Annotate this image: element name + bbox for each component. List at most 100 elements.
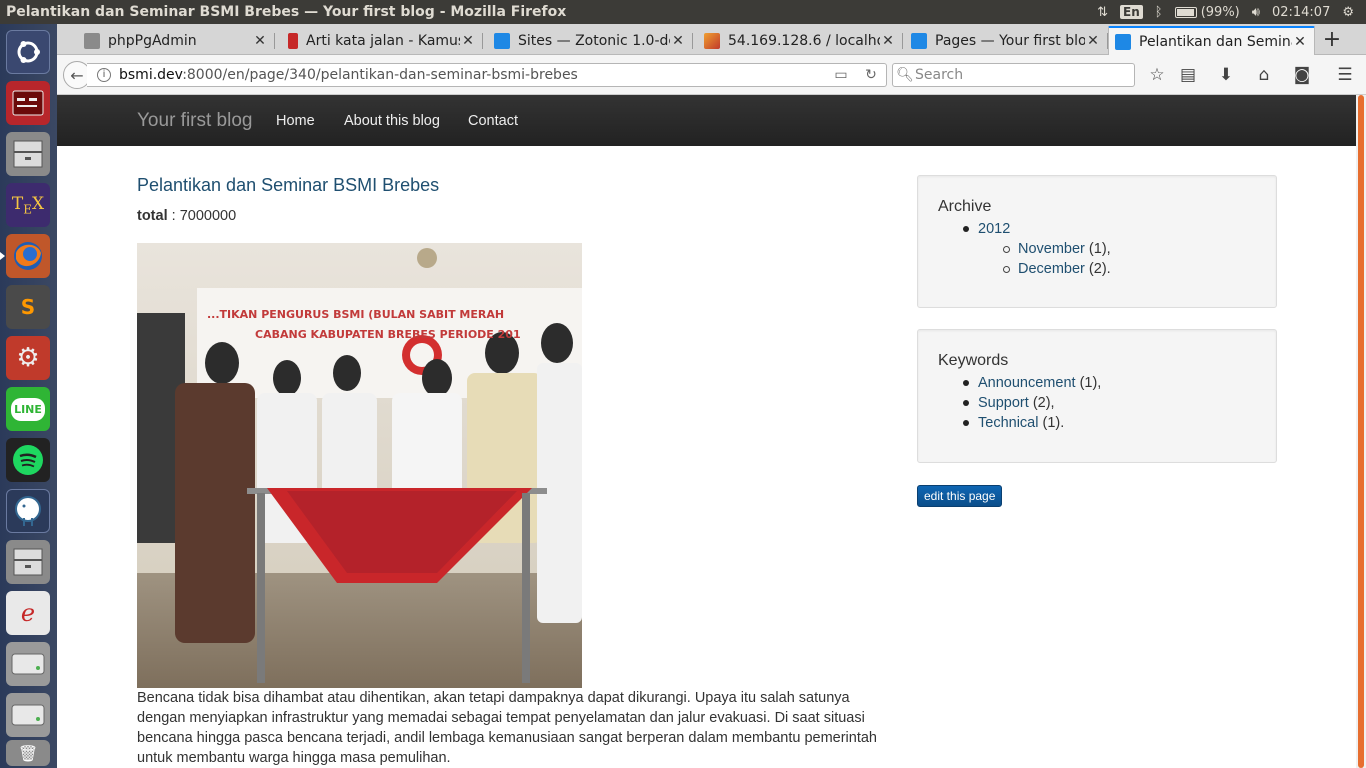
spotify-icon[interactable] — [6, 438, 50, 482]
close-icon[interactable]: ✕ — [1292, 34, 1308, 50]
close-icon[interactable]: ✕ — [880, 33, 896, 49]
close-icon[interactable]: ✕ — [1085, 33, 1101, 49]
url-text[interactable]: bsmi.dev:8000/en/page/340/pelantikan-dan… — [119, 67, 826, 83]
new-tab-button[interactable]: + — [1319, 28, 1345, 52]
firefox-icon[interactable] — [0, 234, 50, 278]
tab-phppgadmin[interactable]: phpPgAdmin ✕ — [78, 27, 275, 55]
system-top-bar: Pelantikan dan Seminar BSMI Brebes — You… — [0, 0, 1366, 24]
reload-icon[interactable]: ↻ — [856, 67, 886, 83]
search-box[interactable]: 🔍︎ Search — [892, 63, 1135, 87]
pocket-icon[interactable]: ◙ — [1289, 63, 1315, 87]
banner-text-line-1: ...TIKAN PENGURUS BSMI (BULAN SABIT MERA… — [207, 308, 504, 321]
tab-phpmyadmin[interactable]: 54.169.128.6 / localhos ✕ — [698, 27, 903, 55]
nav-contact[interactable]: Contact — [468, 113, 518, 129]
archive-year-link[interactable]: 2012 — [978, 221, 1010, 237]
battery-percent: (99%) — [1200, 4, 1240, 20]
site-info-icon[interactable]: i — [97, 68, 111, 82]
keyword-item: Support (2), — [938, 393, 1256, 413]
keyword-link[interactable]: Support — [978, 395, 1029, 411]
total-value: : 7000000 — [171, 208, 237, 224]
window-title: Pelantikan dan Seminar BSMI Brebes — You… — [6, 4, 567, 20]
reader-view-icon[interactable]: ▭ — [826, 67, 856, 83]
page-scrollbar[interactable] — [1356, 95, 1366, 768]
search-icon: 🔍︎ — [896, 67, 914, 83]
volume-icon[interactable]: 🔊︎ — [1252, 5, 1260, 20]
url-path: :8000/en/page/340/pelantikan-dan-seminar… — [182, 67, 578, 83]
document-viewer-icon[interactable]: e — [6, 591, 50, 635]
keyword-link[interactable]: Technical — [978, 415, 1038, 431]
tab-label: 54.169.128.6 / localhos — [728, 33, 880, 49]
archive-box: Archive 2012 November (1), December (2). — [917, 175, 1277, 308]
phpmyadmin-icon — [704, 33, 720, 49]
book-icon — [288, 33, 298, 49]
nav-about[interactable]: About this blog — [344, 113, 440, 129]
tab-label: Arti kata jalan - Kamus — [306, 33, 460, 49]
menu-hamburger-icon[interactable]: ☰ — [1332, 63, 1358, 87]
keyword-count: (1), — [1079, 375, 1102, 391]
downloads-icon[interactable]: ⬇ — [1213, 63, 1239, 87]
tab-sites-zotonic[interactable]: Sites — Zotonic 1.0-de ✕ — [488, 27, 693, 55]
site-navbar: Your first blog Home About this blog Con… — [57, 95, 1356, 146]
archive-month-count: (1), — [1088, 241, 1111, 257]
nav-home[interactable]: Home — [276, 113, 315, 129]
url-bar[interactable]: i bsmi.dev:8000/en/page/340/pelantikan-d… — [87, 63, 887, 87]
tab-pelantikan-active[interactable]: Pelantikan dan Semina ✕ — [1108, 26, 1315, 56]
clock[interactable]: 02:14:07 — [1272, 5, 1330, 20]
close-icon[interactable]: ✕ — [252, 33, 268, 49]
drive-1-icon[interactable] — [6, 642, 50, 686]
pgadmin-elephant-icon[interactable] — [6, 489, 50, 533]
drive-2-icon[interactable] — [6, 693, 50, 737]
tab-label: Pages — Your first blo — [935, 33, 1085, 49]
keyboard-layout-indicator[interactable]: En — [1120, 5, 1143, 19]
texmaker-icon[interactable]: TEX — [6, 183, 50, 227]
zotonic-icon — [1115, 34, 1131, 50]
files-icon[interactable] — [6, 132, 50, 176]
network-updown-icon[interactable]: ⇅ — [1097, 5, 1108, 20]
bookmark-star-icon[interactable]: ☆ — [1144, 63, 1170, 87]
unity-launcher: TEX S ⚙ LINE e 🗑︎ — [0, 24, 57, 768]
banner-text-line-2: CABANG KABUPATEN BREBES PERIODE 201 — [255, 328, 521, 341]
sublime-text-icon[interactable]: S — [6, 285, 50, 329]
archive-month-link[interactable]: December — [1018, 261, 1085, 277]
tab-label: Sites — Zotonic 1.0-de — [518, 33, 670, 49]
elephant-icon — [84, 33, 100, 49]
settings-gear-icon[interactable]: ⚙ — [1342, 5, 1354, 20]
keyword-item: Technical (1). — [938, 413, 1256, 433]
terminal-app-icon[interactable] — [6, 81, 50, 125]
reading-list-icon[interactable]: ▤ — [1175, 63, 1201, 87]
ubuntu-dash-icon[interactable] — [6, 30, 50, 74]
page-title: Pelantikan dan Seminar BSMI Brebes — [137, 175, 440, 195]
tab-pages[interactable]: Pages — Your first blo ✕ — [905, 27, 1108, 55]
tab-kamus[interactable]: Arti kata jalan - Kamus ✕ — [282, 27, 483, 55]
url-host: bsmi.dev — [119, 67, 183, 83]
archive-month-item: December (2). — [938, 259, 1256, 279]
zotonic-icon — [911, 33, 927, 49]
edit-page-button[interactable]: edit this page — [917, 485, 1003, 507]
total-line: total : 7000000 — [137, 208, 887, 224]
battery-indicator[interactable]: (99%) — [1174, 4, 1240, 20]
trash-icon[interactable]: 🗑︎ — [6, 740, 50, 766]
tab-label: phpPgAdmin — [108, 33, 197, 49]
keyword-link[interactable]: Announcement — [978, 375, 1076, 391]
bluetooth-icon[interactable]: ᛒ — [1155, 5, 1163, 20]
home-icon[interactable]: ⌂ — [1251, 63, 1277, 87]
system-settings-icon[interactable]: ⚙ — [6, 336, 50, 380]
files-2-icon[interactable] — [6, 540, 50, 584]
article-photo: ...TIKAN PENGURUS BSMI (BULAN SABIT MERA… — [137, 243, 582, 688]
line-app-icon[interactable]: LINE — [6, 387, 50, 431]
keyword-count: (1). — [1042, 415, 1065, 431]
search-placeholder: Search — [915, 67, 964, 83]
site-brand[interactable]: Your first blog — [137, 110, 252, 132]
archive-heading: Archive — [938, 198, 992, 215]
total-label: total — [137, 208, 168, 224]
close-icon[interactable]: ✕ — [460, 33, 476, 49]
keyword-item: Announcement (1), — [938, 373, 1256, 393]
navigation-toolbar: ← i bsmi.dev:8000/en/page/340/pelantikan… — [57, 55, 1366, 95]
article: Pelantikan dan Seminar BSMI Brebes total… — [137, 146, 887, 768]
archive-month-link[interactable]: November — [1018, 241, 1085, 257]
keywords-heading: Keywords — [938, 352, 1009, 369]
close-icon[interactable]: ✕ — [670, 33, 686, 49]
article-body: Bencana tidak bisa dihambat atau dihenti… — [137, 690, 877, 766]
archive-year-item: 2012 — [938, 219, 1256, 239]
zotonic-icon — [494, 33, 510, 49]
